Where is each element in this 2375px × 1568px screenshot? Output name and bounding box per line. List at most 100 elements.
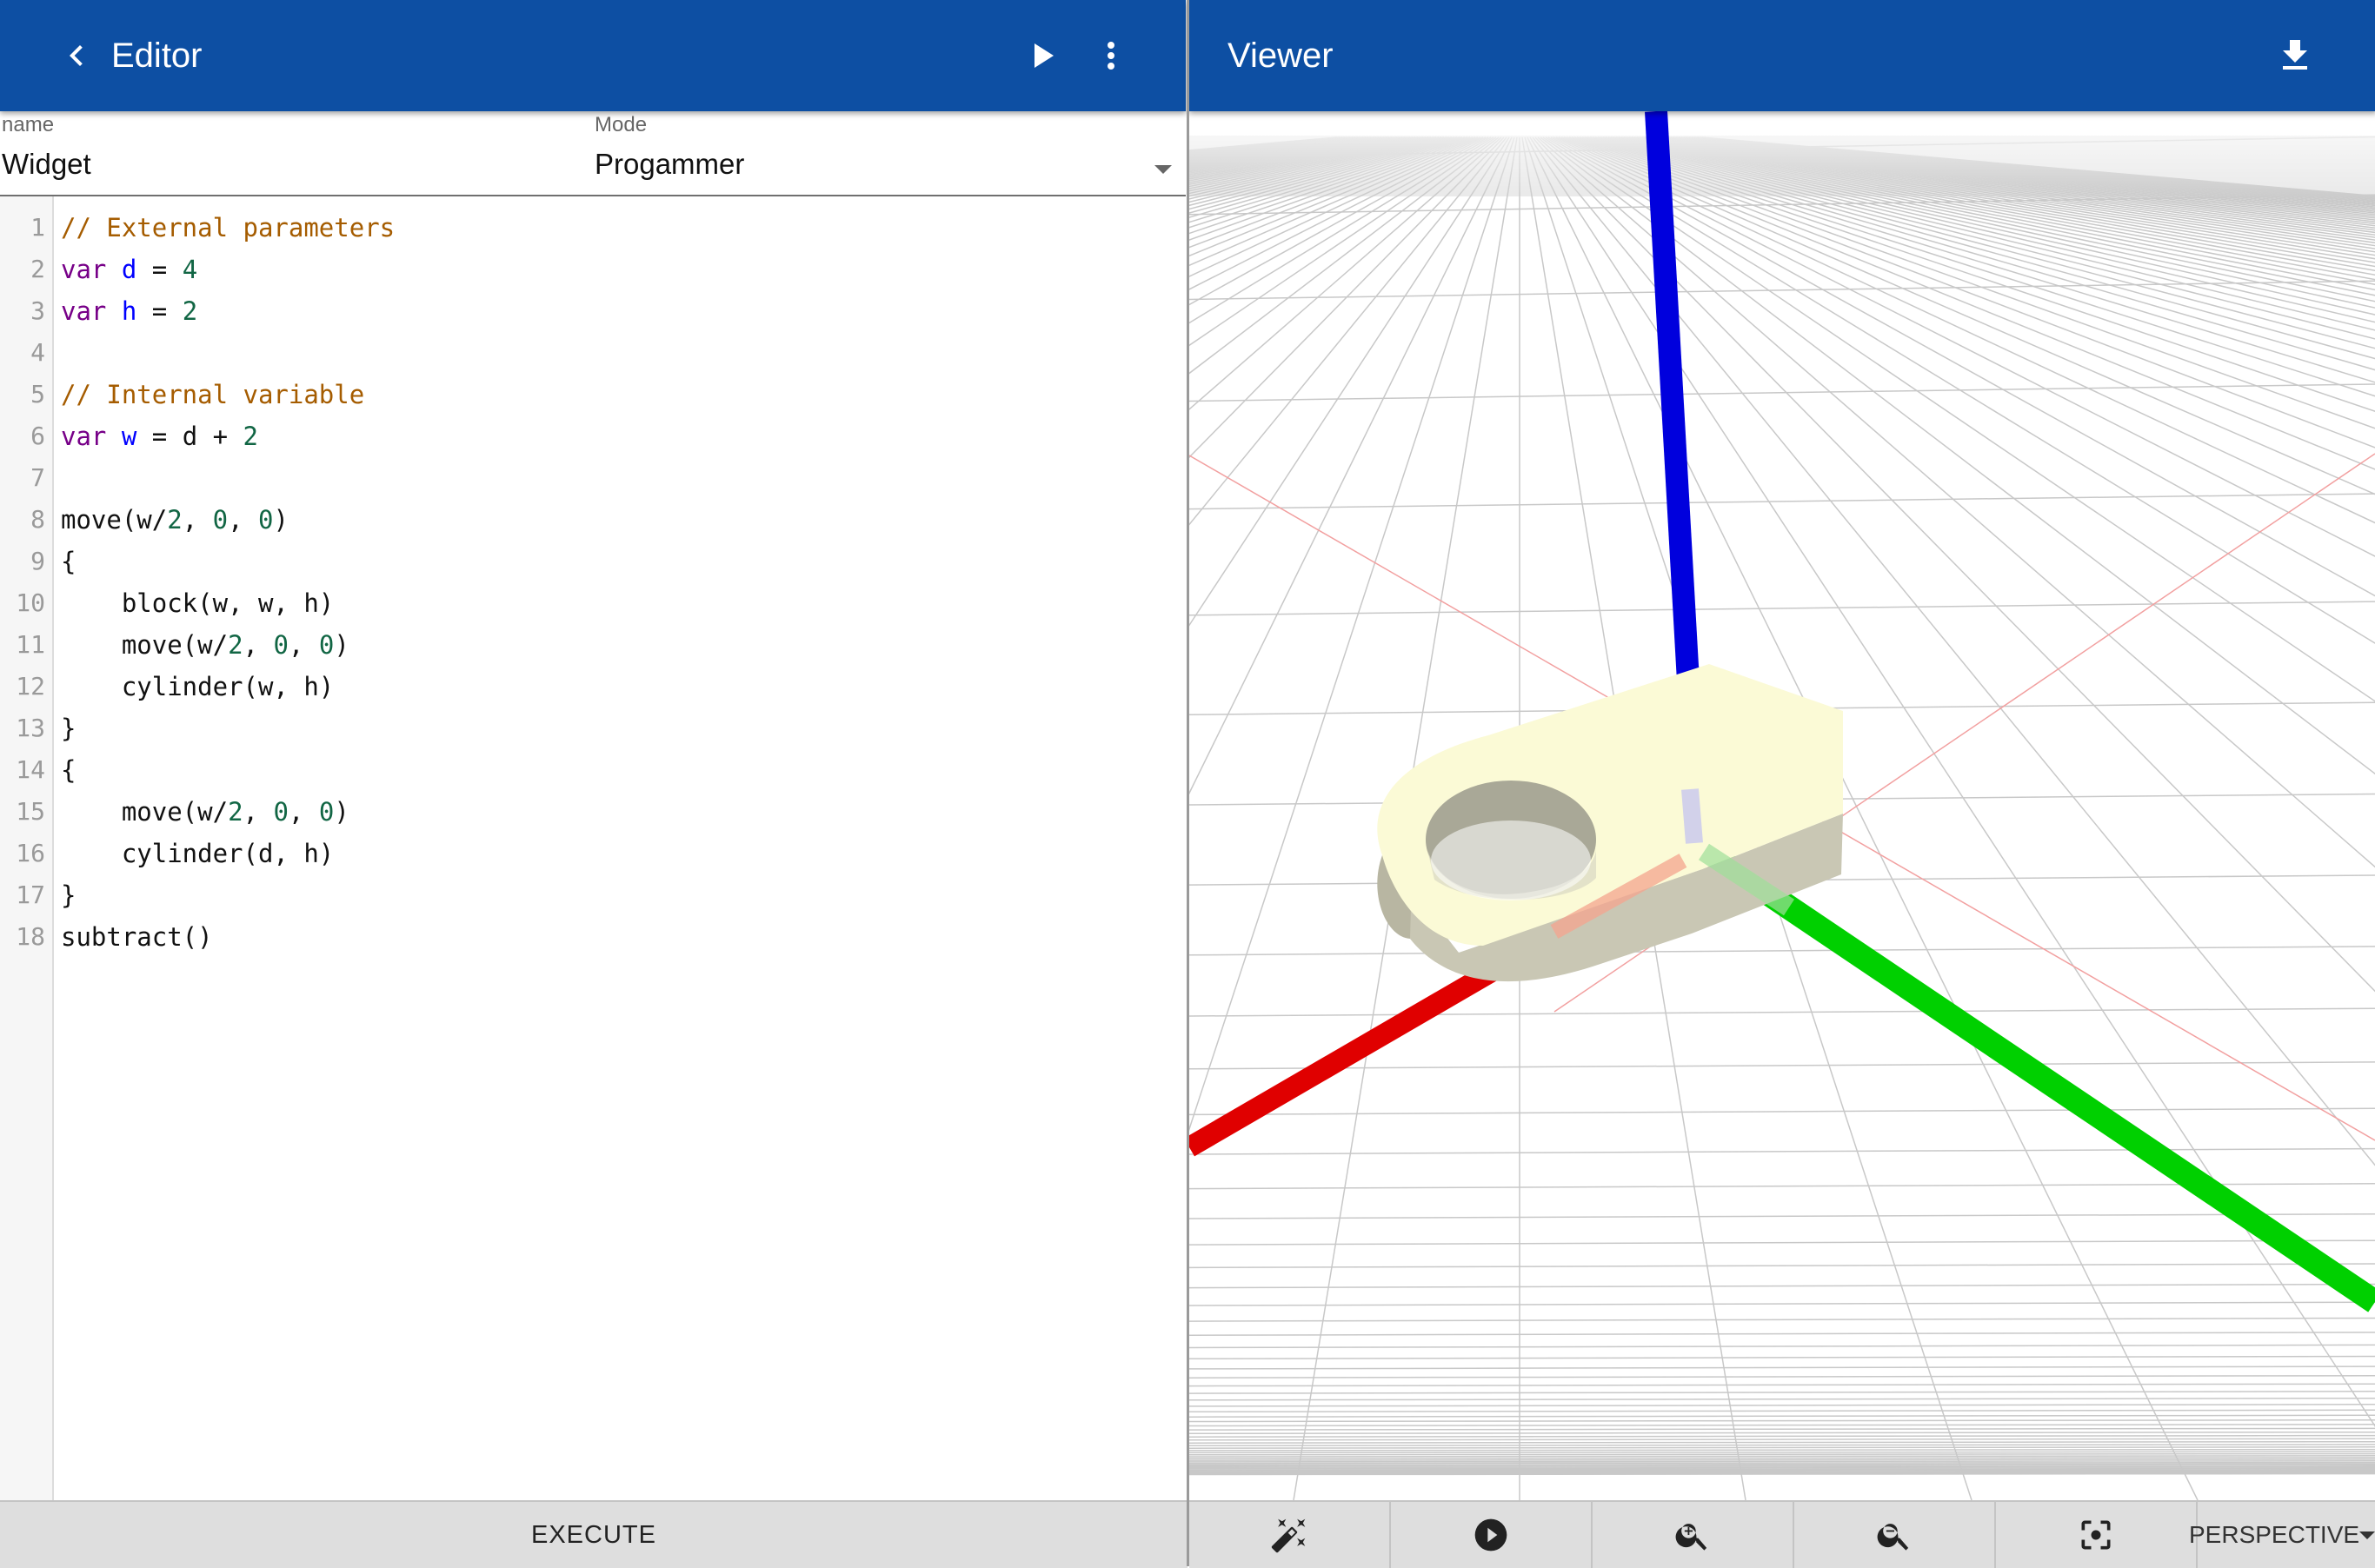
viewer-appbar: Viewer (1189, 0, 2375, 111)
code-line[interactable]: var h = 2 (61, 290, 395, 332)
code-token: move(w/ (61, 505, 168, 535)
execute-button[interactable]: EXECUTE (0, 1502, 1188, 1568)
more-menu-button[interactable] (1085, 30, 1137, 82)
code-token: 0 (212, 505, 229, 535)
download-button[interactable] (2269, 30, 2321, 82)
editor-title: Editor (111, 37, 203, 75)
code-token: { (61, 547, 77, 576)
animate-button[interactable] (1391, 1502, 1593, 1568)
code-line[interactable]: } (61, 708, 395, 749)
code-token: d (121, 255, 137, 284)
code-token: , (243, 630, 274, 660)
code-line[interactable]: { (61, 749, 395, 791)
mode-label: Mode (595, 113, 648, 136)
code-line[interactable] (61, 332, 395, 374)
code-line[interactable]: move(w/2, 0, 0) (61, 499, 395, 541)
line-number: 9 (30, 547, 45, 575)
code-token: cylinder(w, h) (61, 672, 335, 701)
code-token: } (61, 714, 77, 743)
code-token: ) (334, 797, 349, 827)
editor-pane: Editor name Widget Mode Progammer 123456… (0, 0, 1188, 1568)
code-token: , (228, 505, 258, 535)
line-number-gutter: 1 2 3 4 5 6 7 8 9 10 11 12 13 14 15 16 17 18 (0, 196, 54, 1500)
viewer-toolbar: PERSPECTIVE (1189, 1500, 2375, 1568)
code-token: ) (334, 630, 349, 660)
code-token: 4 (182, 255, 198, 284)
project-fields: name Widget Mode Progammer (0, 111, 1186, 196)
projection-select[interactable]: PERSPECTIVE (2180, 1502, 2375, 1568)
editor-bottom-bar: EXECUTE (0, 1500, 1188, 1568)
line-number: 1 (30, 213, 45, 242)
code-token: } (61, 880, 77, 910)
editor-appbar: Editor (0, 0, 1186, 111)
code-line[interactable]: { (61, 541, 395, 582)
code-line[interactable]: } (61, 874, 395, 916)
line-number: 4 (30, 338, 45, 367)
mode-dropdown-icon[interactable] (1154, 165, 1172, 174)
code-token: subtract() (61, 922, 213, 952)
download-icon (2283, 40, 2307, 70)
code-line[interactable] (61, 457, 395, 499)
zoom-out-button[interactable] (1794, 1502, 1996, 1568)
magic-wand-icon (1271, 1518, 1306, 1553)
reset-view-button[interactable] (1996, 1502, 2198, 1568)
code-token: = d + (136, 422, 243, 451)
code-token: 2 (243, 422, 259, 451)
name-field[interactable]: Widget (2, 148, 91, 181)
code-token: 0 (318, 797, 335, 827)
chevron-left-icon (70, 45, 83, 66)
projection-dropdown-icon (2359, 1531, 2375, 1539)
pane-divider[interactable] (1187, 0, 1189, 1566)
code-token: = (136, 255, 183, 284)
projection-label: PERSPECTIVE (2189, 1521, 2360, 1548)
center-focus-icon (2081, 1520, 2111, 1550)
code-token: move(w/ (61, 630, 229, 660)
code-token: 2 (228, 630, 243, 660)
zoom-in-button[interactable] (1593, 1502, 1794, 1568)
code-token: 0 (273, 630, 289, 660)
line-number: 6 (30, 422, 45, 450)
zoom-out-icon (1877, 1524, 1909, 1551)
line-number: 5 (30, 380, 45, 409)
back-button[interactable] (50, 30, 103, 82)
code-token: 0 (318, 630, 335, 660)
run-button[interactable] (1015, 30, 1068, 82)
line-number: 2 (30, 255, 45, 283)
code-line[interactable]: move(w/2, 0, 0) (61, 791, 395, 833)
code-editor[interactable]: 1 2 3 4 5 6 7 8 9 10 11 12 13 14 15 16 17 18 // External … (0, 196, 1186, 1500)
code-line[interactable]: block(w, w, h) (61, 582, 395, 624)
zoom-in-icon (1675, 1524, 1707, 1551)
line-number: 10 (16, 588, 45, 617)
code-text[interactable]: // External parameters var d = 4 var h = 2… (61, 207, 395, 958)
code-token: var (61, 255, 107, 284)
line-number: 17 (16, 880, 45, 909)
mode-select[interactable]: Progammer (595, 148, 744, 181)
code-token: block(w, w, h) (61, 588, 335, 618)
code-token: // External parameters (61, 213, 396, 243)
code-token: cylinder(d, h) (61, 839, 335, 868)
code-token: w (121, 422, 137, 451)
line-number: 14 (16, 755, 45, 784)
3d-viewport[interactable] (1189, 111, 2375, 1500)
line-number: 16 (16, 839, 45, 867)
code-token: // Internal variable (61, 380, 365, 409)
line-number: 8 (30, 505, 45, 534)
code-token: 2 (167, 505, 183, 535)
code-line[interactable]: cylinder(d, h) (61, 833, 395, 874)
code-token: h (121, 296, 137, 326)
code-token: , (288, 797, 319, 827)
code-token: , (243, 797, 274, 827)
code-line[interactable]: subtract() (61, 916, 395, 958)
more-vert-icon (1108, 42, 1114, 70)
line-number: 11 (16, 630, 45, 659)
code-line[interactable]: // External parameters (61, 207, 395, 249)
code-line[interactable]: var w = d + 2 (61, 415, 395, 457)
code-line[interactable]: cylinder(w, h) (61, 666, 395, 708)
code-token: 0 (258, 505, 274, 535)
code-line[interactable]: move(w/2, 0, 0) (61, 624, 395, 666)
code-token: var (61, 296, 107, 326)
code-line[interactable]: // Internal variable (61, 374, 395, 415)
auto-fit-button[interactable] (1189, 1502, 1391, 1568)
code-line[interactable]: var d = 4 (61, 249, 395, 290)
